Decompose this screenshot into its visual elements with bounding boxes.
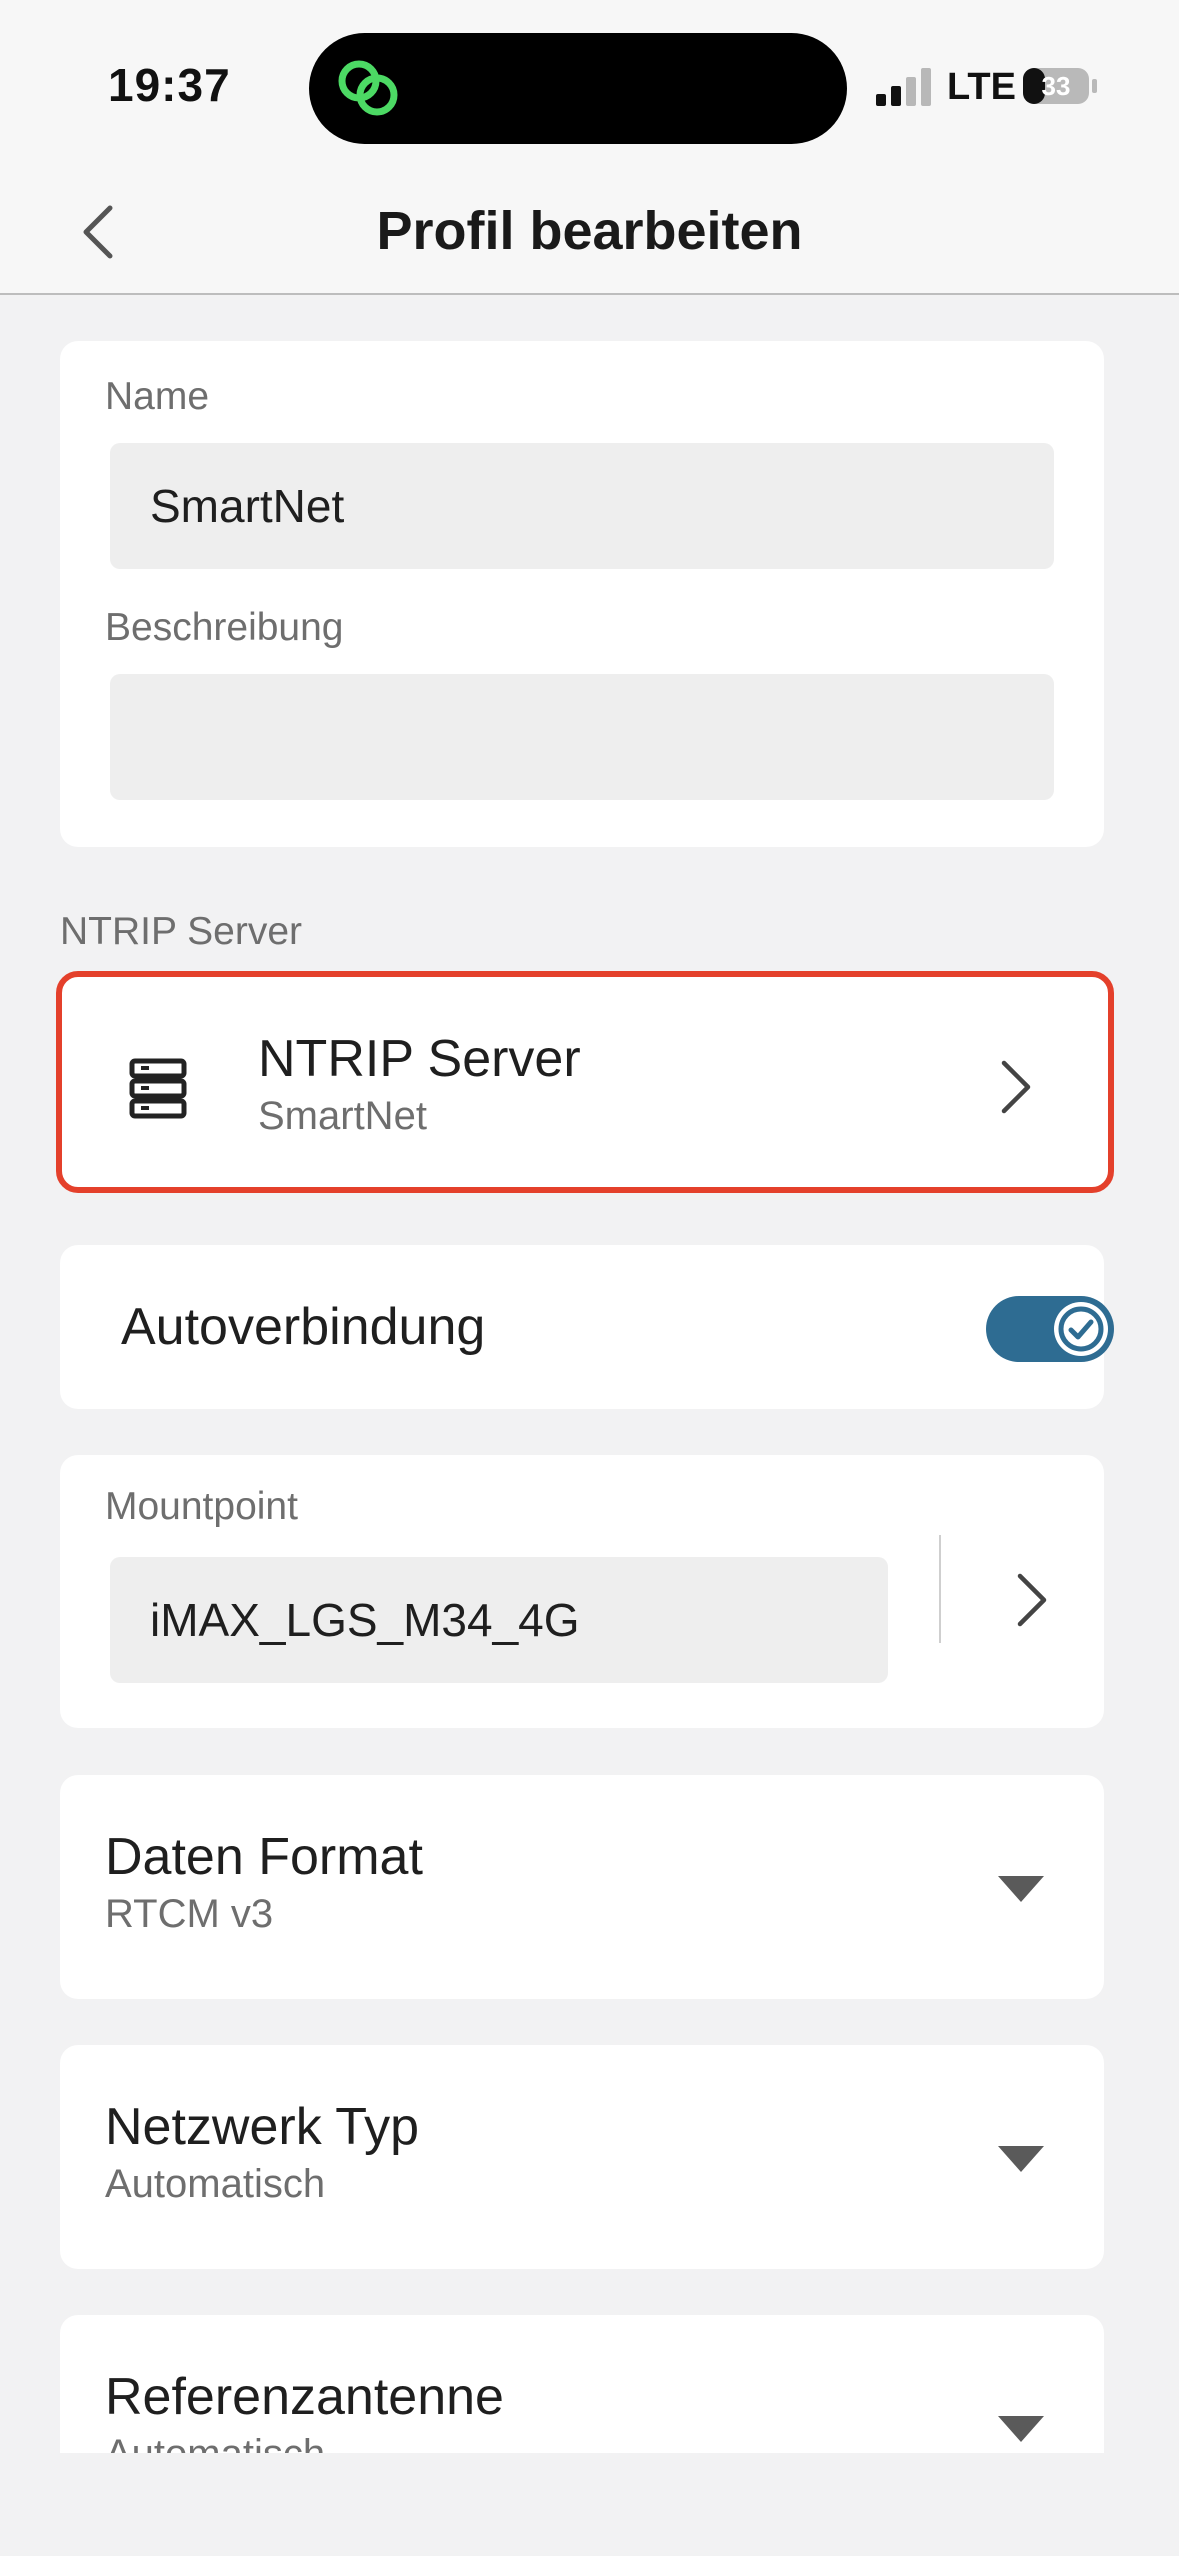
bottom-safe-area xyxy=(0,2453,1179,2556)
description-label: Beschreibung xyxy=(105,606,344,649)
status-time: 19:37 xyxy=(108,59,231,111)
network-type-label: Netzwerk Typ xyxy=(105,2098,420,2156)
description-field[interactable] xyxy=(110,674,1054,800)
battery-icon: 33 xyxy=(1023,68,1097,104)
ntrip-section-label: NTRIP Server xyxy=(60,910,302,953)
autoconnect-toggle[interactable] xyxy=(986,1296,1114,1362)
ntrip-server-subtitle: SmartNet xyxy=(258,1094,427,1138)
checkmark-icon xyxy=(1058,1306,1104,1352)
chevron-right-icon xyxy=(1017,1573,1047,1627)
mountpoint-label: Mountpoint xyxy=(105,1485,298,1528)
network-type-value: Automatisch xyxy=(105,2162,326,2206)
name-label: Name xyxy=(105,375,210,418)
status-bar: 19:37 LTE 33 xyxy=(0,0,1179,170)
network-type: LTE xyxy=(947,66,1016,108)
caret-down-icon xyxy=(998,2146,1044,2172)
page-title: Profil bearbeiten xyxy=(376,201,803,261)
navigation-bar: Profil bearbeiten xyxy=(0,170,1179,295)
link-rings-icon xyxy=(338,60,398,116)
battery-level: 33 xyxy=(1042,71,1071,101)
ntrip-server-title: NTRIP Server xyxy=(258,1030,581,1088)
caret-down-icon xyxy=(998,1876,1044,1902)
reference-antenna-label: Referenzantenne xyxy=(105,2368,504,2426)
data-format-dropdown[interactable]: Daten Format RTCM v3 xyxy=(60,1775,1104,1999)
server-icon xyxy=(129,1058,187,1119)
signal-icon xyxy=(876,68,931,106)
autoconnect-label: Autoverbindung xyxy=(121,1298,486,1356)
mountpoint-card: Mountpoint iMAX_LGS_M34_4G xyxy=(60,1455,1104,1728)
autoconnect-card: Autoverbindung xyxy=(60,1245,1114,1409)
name-field[interactable]: SmartNet xyxy=(110,443,1054,569)
network-type-dropdown[interactable]: Netzwerk Typ Automatisch xyxy=(60,2045,1104,2269)
caret-down-icon xyxy=(998,2416,1044,2442)
mountpoint-select-button[interactable] xyxy=(992,1555,1072,1645)
dynamic-island xyxy=(309,33,847,144)
data-format-value: RTCM v3 xyxy=(105,1892,274,1936)
ntrip-server-row[interactable]: NTRIP Server SmartNet xyxy=(56,971,1114,1193)
chevron-right-icon xyxy=(1001,1060,1031,1114)
mountpoint-field[interactable]: iMAX_LGS_M34_4G xyxy=(110,1557,888,1683)
data-format-label: Daten Format xyxy=(105,1828,423,1886)
mountpoint-divider xyxy=(939,1535,941,1643)
profile-card: Name SmartNet Beschreibung xyxy=(60,341,1104,847)
toggle-knob xyxy=(1054,1302,1108,1356)
